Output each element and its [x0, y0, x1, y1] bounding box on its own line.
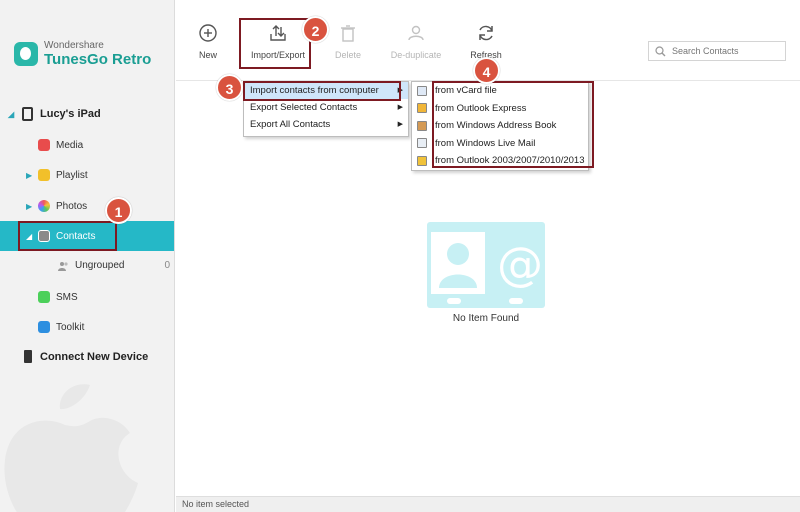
playlist-icon	[38, 169, 50, 181]
menu-item-label: Export All Contacts	[250, 119, 331, 130]
toolkit-icon	[38, 321, 50, 333]
step-badge-4: 4	[473, 57, 500, 84]
connect-new-device[interactable]: Connect New Device	[24, 350, 148, 363]
empty-state-label: No Item Found	[452, 313, 520, 324]
sidebar-item-label: Photos	[56, 200, 88, 212]
connect-label: Connect New Device	[40, 350, 149, 363]
expand-arrow-icon[interactable]: ▶	[26, 171, 38, 180]
sidebar-item-sms[interactable]: ▶ SMS	[0, 282, 174, 312]
sidebar-item-photos[interactable]: ▶ Photos	[0, 191, 174, 221]
deduplicate-button[interactable]: De-duplicate	[381, 22, 451, 60]
plus-circle-icon	[199, 24, 217, 42]
live-mail-icon	[417, 138, 427, 149]
outlook-icon	[417, 155, 427, 166]
new-label: New	[198, 50, 217, 60]
empty-contacts-illustration: @	[427, 222, 545, 308]
status-text: No item selected	[182, 499, 250, 509]
menu-item-export-all[interactable]: Export All Contacts ▶	[244, 116, 408, 133]
sidebar-item-toolkit[interactable]: ▶ Toolkit	[0, 312, 174, 342]
new-button[interactable]: New	[173, 22, 243, 60]
tunesgo-logo-icon	[14, 42, 38, 66]
sidebar-item-label: SMS	[56, 291, 78, 303]
menu-item-label: Export Selected Contacts	[250, 102, 358, 113]
search-input[interactable]	[672, 46, 772, 56]
step-badge-3: 3	[216, 74, 243, 101]
submenu-arrow-icon: ▶	[397, 121, 403, 128]
sidebar: Wondershare TunesGo Retro ◢ Lucy's iPad …	[0, 0, 175, 512]
subitem-count: 0	[164, 260, 170, 271]
highlight-contacts	[18, 221, 117, 251]
search-icon	[655, 45, 666, 56]
media-icon	[38, 139, 50, 151]
group-icon	[58, 261, 68, 271]
device-header[interactable]: ◢ Lucy's iPad	[8, 107, 101, 121]
app-logo: Wondershare TunesGo Retro	[14, 40, 151, 68]
menu-item-export-selected[interactable]: Export Selected Contacts ▶	[244, 99, 408, 116]
step-badge-2: 2	[302, 16, 329, 43]
step-badge-1: 1	[105, 197, 132, 224]
apple-logo-watermark	[4, 384, 138, 512]
sidebar-item-label: Playlist	[56, 169, 88, 181]
product-name: TunesGo Retro	[44, 51, 152, 68]
refresh-button[interactable]: Refresh	[451, 22, 521, 60]
sidebar-item-playlist[interactable]: ▶ Playlist	[0, 160, 174, 190]
collapse-triangle-icon[interactable]: ◢	[8, 110, 22, 119]
expand-arrow-icon[interactable]: ▶	[26, 202, 38, 211]
sidebar-item-media[interactable]: ▶ Media	[0, 130, 174, 160]
deduplicate-label: De-duplicate	[390, 50, 442, 60]
submenu-arrow-icon: ▶	[397, 104, 403, 111]
highlight-import-export	[239, 18, 311, 69]
trash-icon	[341, 25, 355, 42]
delete-label: Delete	[334, 50, 361, 60]
sidebar-item-label: Media	[56, 139, 84, 151]
sidebar-subitem-ungrouped[interactable]: Ungrouped 0	[58, 260, 170, 271]
status-bar: No item selected	[176, 496, 800, 512]
highlight-import-contacts	[243, 81, 401, 101]
address-book-icon	[417, 120, 427, 131]
refresh-icon	[479, 25, 493, 41]
search-box[interactable]	[648, 41, 786, 61]
outlook-express-icon	[417, 103, 427, 114]
sidebar-item-label: Toolkit	[56, 321, 85, 333]
svg-text:@: @	[497, 237, 543, 291]
subitem-label: Ungrouped	[75, 260, 125, 271]
brand-name: Wondershare	[44, 40, 104, 51]
sms-icon	[38, 291, 50, 303]
highlight-import-sources	[432, 81, 594, 168]
vcard-icon	[417, 85, 427, 96]
plug-icon	[24, 350, 32, 363]
ipad-icon	[22, 107, 33, 121]
photos-icon	[38, 200, 50, 212]
deduplicate-icon	[408, 25, 424, 41]
device-name: Lucy's iPad	[40, 108, 101, 120]
